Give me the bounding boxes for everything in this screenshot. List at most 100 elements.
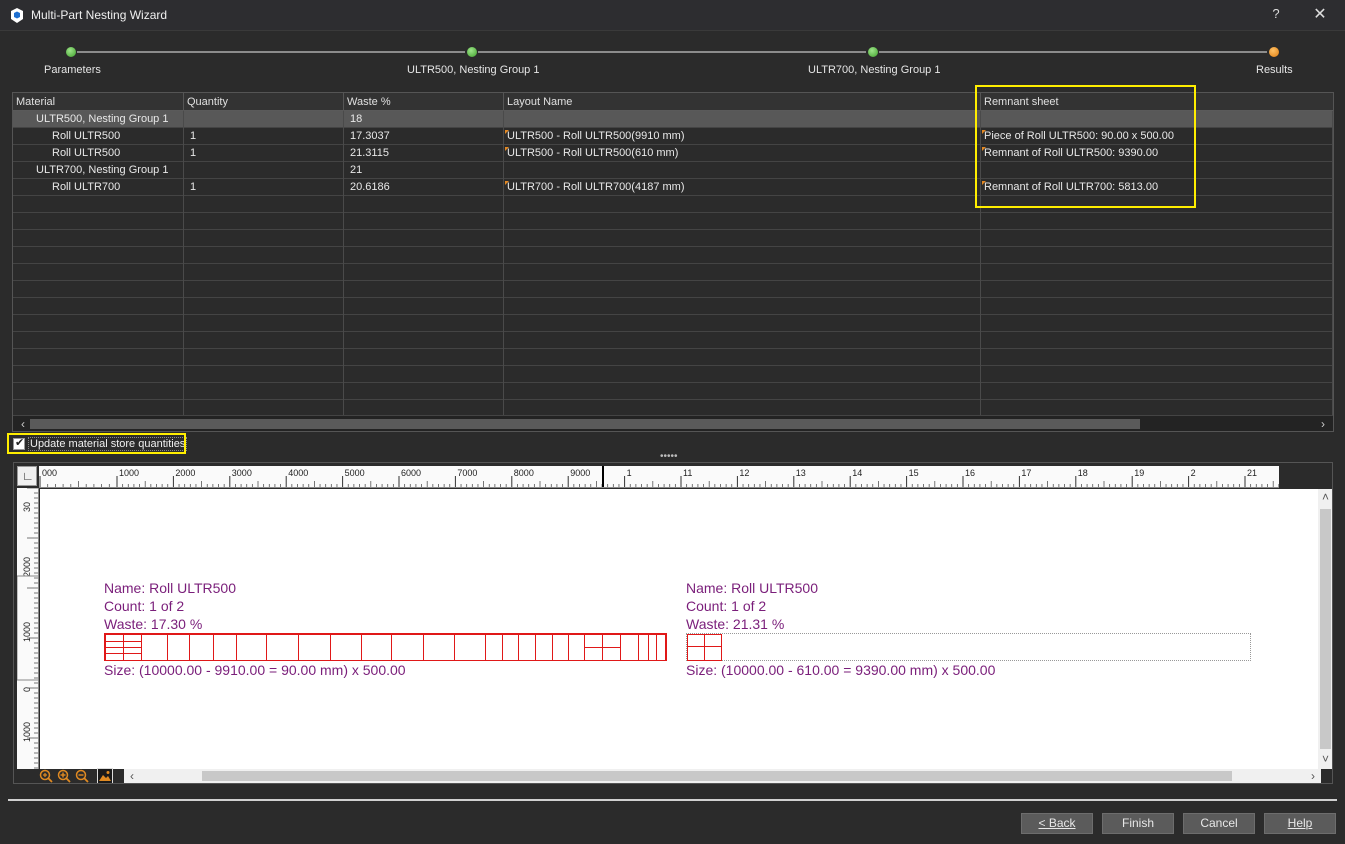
table-row[interactable]: ULTR700, Nesting Group 1 21: [13, 162, 1333, 179]
close-icon[interactable]: ✕: [1310, 4, 1330, 24]
scroll-left-icon[interactable]: ‹: [15, 416, 31, 431]
layout1-part[interactable]: [602, 634, 621, 648]
table-row[interactable]: [13, 298, 1333, 315]
layout1-part[interactable]: [330, 634, 362, 661]
cancel-button[interactable]: Cancel: [1183, 813, 1255, 834]
scroll-left-icon[interactable]: ‹: [124, 769, 140, 783]
table-row[interactable]: Roll ULTR700 1 20.6186 ULTR700 - Roll ULTR7…: [13, 179, 1333, 196]
scroll-right-icon[interactable]: ›: [1305, 769, 1321, 783]
update-store-label[interactable]: Update material store quantities: [28, 437, 188, 451]
results-grid[interactable]: Material Quantity Waste % Layout Name Re…: [12, 92, 1334, 432]
layout1-part[interactable]: [266, 634, 299, 661]
cell-quantity: [184, 332, 344, 349]
layout1-part[interactable]: [648, 634, 666, 661]
layout1-part[interactable]: [105, 653, 124, 661]
grid-horizontal-scrollbar[interactable]: ‹ ›: [13, 415, 1333, 431]
step-results-indicator[interactable]: [1268, 46, 1280, 58]
table-row[interactable]: [13, 315, 1333, 332]
finish-button[interactable]: Finish: [1102, 813, 1174, 834]
image-view-icon[interactable]: [97, 768, 113, 784]
column-header-waste[interactable]: Waste %: [344, 93, 504, 111]
zoom-in-icon[interactable]: [57, 769, 71, 783]
table-row[interactable]: [13, 349, 1333, 366]
layout2-part[interactable]: [687, 646, 705, 661]
step-parameters-indicator[interactable]: [65, 46, 77, 58]
scrollbar-thumb[interactable]: [30, 419, 1140, 429]
layout1-part[interactable]: [502, 634, 519, 661]
table-row[interactable]: [13, 332, 1333, 349]
layout1-part[interactable]: [620, 634, 639, 661]
zoom-fit-icon[interactable]: [39, 769, 53, 783]
layout2-part[interactable]: [704, 646, 722, 661]
cell-material-text: ULTR500, Nesting Group 1: [36, 113, 169, 125]
layout1-part[interactable]: [236, 634, 267, 661]
layout-preview-panel[interactable]: ∟ 000 1000 2000 3000 4000 5000 6000 7000 8000 900…: [13, 462, 1333, 784]
column-header-remnant-sheet[interactable]: Remnant sheet: [981, 93, 1333, 111]
table-row[interactable]: Roll ULTR500 1 21.3115 ULTR500 - Roll ULTR5…: [13, 145, 1333, 162]
layout1-part[interactable]: [423, 634, 455, 661]
table-row[interactable]: [13, 366, 1333, 383]
preview-horizontal-scrollbar[interactable]: ‹ ›: [124, 769, 1321, 783]
table-row[interactable]: Roll ULTR500 1 17.3037 ULTR500 - Roll ULTR5…: [13, 128, 1333, 145]
layout-canvas[interactable]: Name: Roll ULTR500 Count: 1 of 2 Waste: …: [40, 489, 1318, 769]
table-row[interactable]: [13, 230, 1333, 247]
cell-remnant-sheet: Piece of Roll ULTR500: 90.00 x 500.00: [981, 128, 1333, 145]
table-row[interactable]: [13, 213, 1333, 230]
layout2-name: Name: Roll ULTR500: [686, 580, 819, 596]
layout1-part[interactable]: [123, 653, 142, 661]
scroll-up-icon[interactable]: ˄: [1318, 489, 1332, 505]
layout1-part[interactable]: [602, 647, 621, 661]
preview-vertical-scrollbar[interactable]: ˄ ˅: [1318, 489, 1332, 769]
layout1-part[interactable]: [213, 634, 237, 661]
table-row[interactable]: [13, 383, 1333, 400]
step-ultr500-indicator[interactable]: [466, 46, 478, 58]
cell-quantity: [184, 298, 344, 315]
layout1-part[interactable]: [298, 634, 331, 661]
layout1-part[interactable]: [584, 647, 603, 661]
scroll-right-icon[interactable]: ›: [1315, 416, 1331, 431]
layout1-part[interactable]: [518, 634, 536, 661]
vertical-ruler: 3020001000010000: [17, 488, 39, 770]
cell-remnant-sheet: [981, 349, 1333, 366]
layout1-part[interactable]: [568, 634, 585, 661]
back-button[interactable]: < Back: [1021, 813, 1093, 834]
zoom-out-icon[interactable]: [75, 769, 89, 783]
layout1-strip[interactable]: [104, 633, 667, 661]
help-icon[interactable]: ?: [1268, 6, 1284, 21]
step-ultr700-indicator[interactable]: [867, 46, 879, 58]
step-parameters-label: Parameters: [44, 64, 101, 76]
column-header-material[interactable]: Material: [13, 93, 184, 111]
update-store-checkbox[interactable]: ✔: [13, 437, 25, 450]
scrollbar-thumb[interactable]: [202, 771, 1232, 781]
layout1-part[interactable]: [361, 634, 392, 661]
layout1-part[interactable]: [584, 634, 603, 648]
cell-layout-name: [504, 111, 981, 128]
layout1-part[interactable]: [535, 634, 553, 661]
table-row[interactable]: [13, 281, 1333, 298]
layout1-part[interactable]: [485, 634, 503, 661]
cell-material: [13, 264, 184, 281]
scrollbar-thumb[interactable]: [1320, 509, 1331, 749]
cell-material-text: Roll ULTR500: [52, 130, 121, 142]
splitter-grip-icon[interactable]: •••••: [660, 452, 678, 462]
cell-remnant-sheet-text: Piece of Roll ULTR500: 90.00 x 500.00: [984, 130, 1174, 142]
layout1-part[interactable]: [167, 634, 190, 661]
cell-remnant-sheet-text: Remnant of Roll ULTR500: 9390.00: [984, 147, 1159, 159]
layout2-strip[interactable]: [686, 633, 1251, 661]
layout1-part[interactable]: [189, 634, 214, 661]
table-row[interactable]: [13, 196, 1333, 213]
help-button[interactable]: Help: [1264, 813, 1336, 834]
column-header-quantity[interactable]: Quantity: [184, 93, 344, 111]
column-header-layout-name[interactable]: Layout Name: [504, 93, 981, 111]
table-row[interactable]: [13, 247, 1333, 264]
scroll-down-icon[interactable]: ˅: [1318, 751, 1332, 767]
ruler-corner-button[interactable]: ∟: [17, 466, 37, 486]
table-row[interactable]: ULTR500, Nesting Group 1 18: [13, 111, 1333, 128]
layout1-part[interactable]: [391, 634, 424, 661]
layout1-part[interactable]: [454, 634, 486, 661]
table-row[interactable]: [13, 264, 1333, 281]
layout1-part[interactable]: [552, 634, 569, 661]
panel-splitter[interactable]: •••••: [0, 452, 1345, 462]
layout1-part[interactable]: [141, 634, 168, 661]
cell-remnant-sheet-text: Remnant of Roll ULTR700: 5813.00: [984, 181, 1159, 193]
